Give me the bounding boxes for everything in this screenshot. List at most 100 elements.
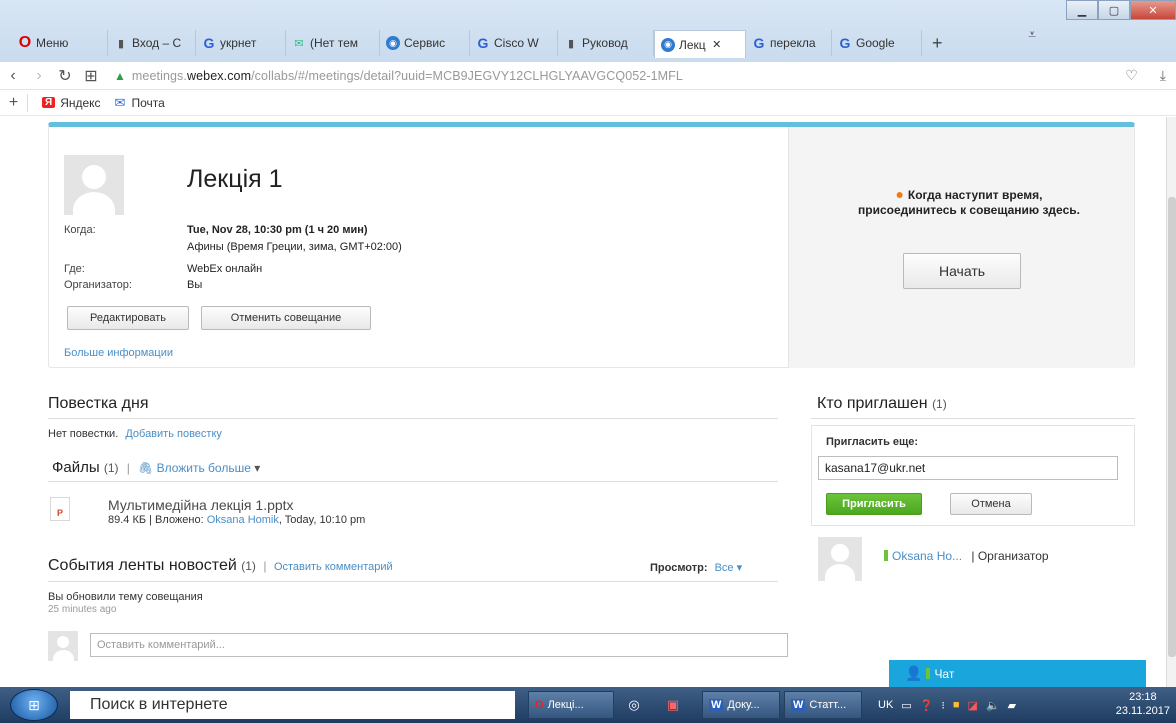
- taskbar-app-label: Лекці...: [547, 699, 584, 711]
- where-label: Где:: [64, 263, 85, 275]
- organizer-label: Организатор:: [64, 279, 132, 291]
- tab-login[interactable]: ▮ Вход – С: [108, 30, 196, 56]
- invitee-avatar: [818, 537, 862, 581]
- view-dropdown[interactable]: Все ▾: [715, 562, 743, 574]
- file-name[interactable]: Мультимедійна лекція 1.pptx: [108, 497, 294, 513]
- feed-heading: События ленты новостей (1) | Оставить ко…: [48, 557, 393, 575]
- download-icon[interactable]: ⤓: [1160, 67, 1166, 84]
- antivirus-icon[interactable]: ◪: [968, 699, 978, 712]
- comment-input[interactable]: Оставить комментарий...: [90, 633, 788, 657]
- file-author-link[interactable]: Oksana Homik: [207, 514, 279, 526]
- tab-translate[interactable]: G перекла: [746, 30, 832, 56]
- help-icon[interactable]: ❓: [920, 699, 934, 712]
- tab-ukrnet[interactable]: G укрнет: [196, 30, 286, 56]
- start-button[interactable]: Начать: [903, 253, 1021, 289]
- invite-box: Пригласить еще: kasana17@ukr.net Приглас…: [811, 425, 1135, 526]
- browser-tab-bar: O Меню ▮ Вход – С G укрнет ✉ (Нет тем ◉ …: [0, 0, 1176, 62]
- bookmarks-bar: + Я Яндекс ✉ Почта: [0, 90, 1176, 116]
- meeting-avatar: [64, 155, 124, 215]
- bookmark-yandex[interactable]: Я Яндекс: [42, 96, 101, 110]
- add-bookmark-button[interactable]: +: [0, 93, 28, 112]
- join-panel: ● Когда наступит время, присоединитесь к…: [788, 127, 1134, 368]
- file-meta: 89.4 КБ | Вложено: Oksana Homik, Today, …: [108, 514, 365, 526]
- invite-email-input[interactable]: kasana17@ukr.net: [818, 456, 1118, 480]
- back-button[interactable]: ‹: [0, 67, 26, 85]
- volume-icon[interactable]: 🔈: [986, 699, 1000, 712]
- language-indicator[interactable]: UK: [878, 699, 893, 711]
- cancel-meeting-button[interactable]: Отменить совещание: [201, 306, 371, 330]
- tab-menu[interactable]: O Меню: [12, 30, 108, 56]
- taskbar-app-word2[interactable]: W Статт...: [784, 691, 862, 719]
- tab-google[interactable]: G Google: [832, 30, 922, 56]
- heart-icon[interactable]: ♡: [1125, 67, 1138, 84]
- tab-guide[interactable]: ▮ Руковод: [558, 30, 654, 56]
- windows-start-icon[interactable]: ⊞: [10, 689, 58, 721]
- taskbar-app-word1[interactable]: W Доку...: [702, 691, 780, 719]
- caret-down-icon: ▾: [736, 562, 743, 574]
- reload-button[interactable]: ↻: [52, 66, 78, 86]
- user-icon: 👤: [905, 665, 923, 681]
- view-label: Просмотр:: [650, 562, 708, 574]
- commenter-avatar: [48, 631, 78, 661]
- feed-event-time: 25 minutes ago: [48, 604, 117, 615]
- invitees-divider: [811, 418, 1135, 419]
- globe-icon: ◉: [661, 37, 675, 52]
- mail-icon: ✉: [294, 37, 304, 50]
- opera-icon: O: [535, 699, 544, 711]
- file-size: 89.4 КБ | Вложено:: [108, 514, 204, 526]
- feed-divider: [48, 581, 778, 582]
- invite-cancel-button[interactable]: Отмена: [950, 493, 1032, 515]
- maximize-button[interactable]: ▢: [1098, 0, 1130, 20]
- url-field[interactable]: meetings.webex.com/collabs/#/meetings/de…: [132, 69, 683, 83]
- attach-more-link[interactable]: 🖇 Вложить больше ▾: [138, 461, 260, 475]
- view-value: Все: [714, 562, 734, 574]
- forward-button[interactable]: ›: [26, 67, 52, 85]
- invitees-heading: Кто приглашен (1): [817, 395, 947, 413]
- leave-comment-link[interactable]: Оставить комментарий: [274, 561, 393, 573]
- attach-more-text: Вложить больше: [156, 461, 251, 475]
- keyboard-icon[interactable]: ▭: [901, 699, 911, 712]
- tab-label: перекла: [770, 36, 816, 50]
- minimize-button[interactable]: ▁: [1066, 0, 1098, 20]
- new-tab-button[interactable]: +: [922, 33, 953, 54]
- caret-down-icon: ▾: [254, 461, 261, 475]
- pdf-icon[interactable]: ▣: [663, 695, 683, 715]
- chrome-icon[interactable]: ◎: [624, 695, 644, 715]
- tab-menu-icon[interactable]: ⩡: [1028, 26, 1036, 43]
- invitee-role: | Организатор: [971, 549, 1049, 563]
- network-icon[interactable]: ⁝: [941, 699, 945, 712]
- agenda-empty: Нет повестки. Добавить повестку: [48, 428, 222, 440]
- chat-label: Чат: [934, 666, 955, 681]
- invite-button[interactable]: Пригласить: [826, 493, 922, 515]
- files-separator: |: [126, 461, 130, 475]
- tab-lecture[interactable]: ◉ Лекц ✕: [654, 30, 746, 58]
- url-path: /collabs/#/meetings/detail?uuid=MCB9JEGV…: [251, 68, 683, 83]
- where-value: WebEx онлайн: [187, 263, 263, 275]
- tab-mail[interactable]: ✉ (Нет тем: [286, 30, 380, 56]
- scrollbar-thumb[interactable]: [1168, 197, 1176, 657]
- tab-cisco[interactable]: G Cisco W: [470, 30, 558, 56]
- vertical-scrollbar[interactable]: [1166, 117, 1176, 687]
- close-icon[interactable]: ✕: [710, 38, 724, 52]
- tab-service[interactable]: ◉ Сервис: [380, 30, 470, 56]
- taskbar-clock[interactable]: 23:18 23.11.2017: [1116, 690, 1170, 718]
- window-close-button[interactable]: ✕: [1130, 0, 1176, 20]
- edit-button[interactable]: Редактировать: [67, 306, 189, 330]
- pptx-file-icon: P: [50, 497, 70, 521]
- timezone-value: Афины (Время Греции, зима, GMT+02:00): [187, 241, 402, 253]
- bookmark-mail[interactable]: ✉ Почта: [115, 95, 165, 111]
- taskbar-app-opera[interactable]: O Лекці...: [528, 691, 614, 719]
- chat-bar[interactable]: 👤 Чат: [889, 660, 1146, 687]
- add-agenda-link[interactable]: Добавить повестку: [125, 428, 222, 440]
- speed-dial-icon[interactable]: ⊞: [78, 66, 104, 86]
- document-icon: ▮: [117, 37, 125, 50]
- app-tray-icon[interactable]: ■: [953, 699, 960, 711]
- battery-icon[interactable]: ▰: [1008, 699, 1016, 712]
- address-actions: ♡ ⤓: [1125, 67, 1166, 84]
- taskbar-search[interactable]: Поиск в интернете: [70, 691, 515, 719]
- agenda-divider: [48, 418, 778, 419]
- clock-time: 23:18: [1129, 691, 1157, 703]
- invitee-name[interactable]: Oksana Ho...: [892, 549, 962, 563]
- yandex-icon: Я: [42, 97, 56, 108]
- more-info-link[interactable]: Больше информации: [64, 347, 173, 359]
